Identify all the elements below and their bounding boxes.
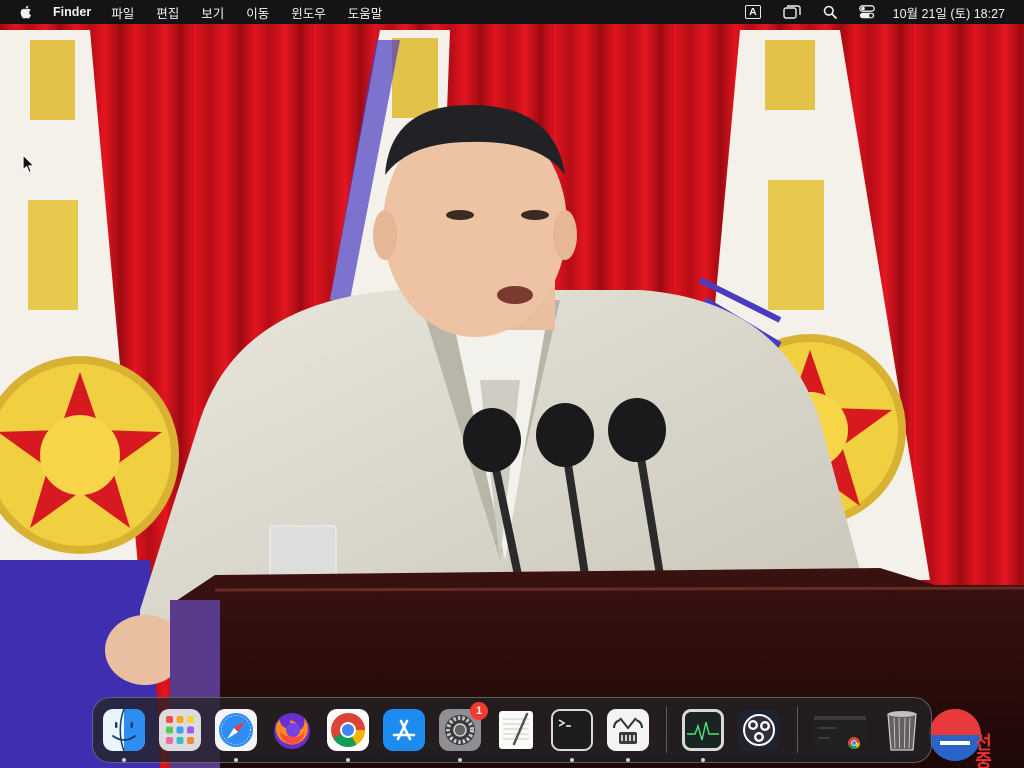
firefox-icon xyxy=(274,713,310,749)
active-app-name[interactable]: Finder xyxy=(53,5,91,19)
dock-item-textedit[interactable] xyxy=(494,708,538,752)
running-indicator xyxy=(346,758,350,762)
dock-item-minimized-window[interactable] xyxy=(812,708,868,752)
dock: 1 xyxy=(92,697,932,763)
input-source-indicator[interactable]: A xyxy=(745,5,761,19)
obs-icon xyxy=(738,709,780,751)
dock-item-firefox[interactable] xyxy=(270,708,314,752)
dock-item-archive-utility[interactable] xyxy=(606,708,650,762)
notification-badge: 1 xyxy=(470,702,488,720)
textedit-icon xyxy=(499,711,533,749)
safari-icon xyxy=(215,709,257,751)
dock-item-finder[interactable] xyxy=(102,708,146,762)
menu-file[interactable]: 파일 xyxy=(111,3,134,22)
dock-separator xyxy=(666,707,667,753)
running-indicator xyxy=(234,758,238,762)
menu-view[interactable]: 보기 xyxy=(201,3,224,22)
launchpad-icon xyxy=(159,709,201,751)
running-indicator xyxy=(570,758,574,762)
dock-item-launchpad[interactable] xyxy=(158,708,202,752)
stage-manager-icon[interactable] xyxy=(782,5,801,19)
dock-item-safari[interactable] xyxy=(214,708,258,762)
menu-bar: Finder 파일 편집 보기 이동 윈도우 도움말 A 10월 21일 (토)… xyxy=(0,0,1024,24)
chrome-icon xyxy=(327,709,369,751)
menu-edit[interactable]: 편집 xyxy=(156,3,179,22)
archive-utility-icon xyxy=(607,709,649,751)
watermark-text: 선중앙 xyxy=(972,733,993,768)
finder-icon xyxy=(103,708,145,752)
activity-monitor-icon xyxy=(682,709,724,751)
apple-menu-icon[interactable] xyxy=(18,4,34,20)
control-center-icon[interactable] xyxy=(858,5,875,19)
menu-help[interactable]: 도움말 xyxy=(348,3,383,22)
dock-item-chrome[interactable] xyxy=(326,708,370,762)
dock-separator xyxy=(797,707,798,753)
trash-icon xyxy=(887,711,917,751)
running-indicator xyxy=(626,758,630,762)
dock-item-app-store[interactable] xyxy=(382,708,426,752)
running-indicator xyxy=(701,758,705,762)
app-store-icon xyxy=(383,709,425,751)
menu-go[interactable]: 이동 xyxy=(246,3,269,22)
dock-item-system-settings[interactable]: 1 xyxy=(438,702,488,762)
menu-bar-clock[interactable]: 10월 21일 (토) 18:27 xyxy=(893,3,1005,22)
running-indicator xyxy=(122,758,126,762)
mouse-pointer-icon xyxy=(22,154,35,174)
dock-item-obs[interactable] xyxy=(737,708,781,752)
minimized-window-icon xyxy=(814,716,866,750)
dock-item-trash[interactable] xyxy=(880,708,924,752)
running-indicator xyxy=(458,758,462,762)
desktop-wallpaper: 선중앙 xyxy=(0,0,1024,768)
terminal-icon xyxy=(551,709,593,751)
spotlight-search-icon[interactable] xyxy=(823,5,837,19)
menu-window[interactable]: 윈도우 xyxy=(291,3,326,22)
dock-item-activity-monitor[interactable] xyxy=(681,708,725,762)
dock-item-terminal[interactable] xyxy=(550,708,594,762)
